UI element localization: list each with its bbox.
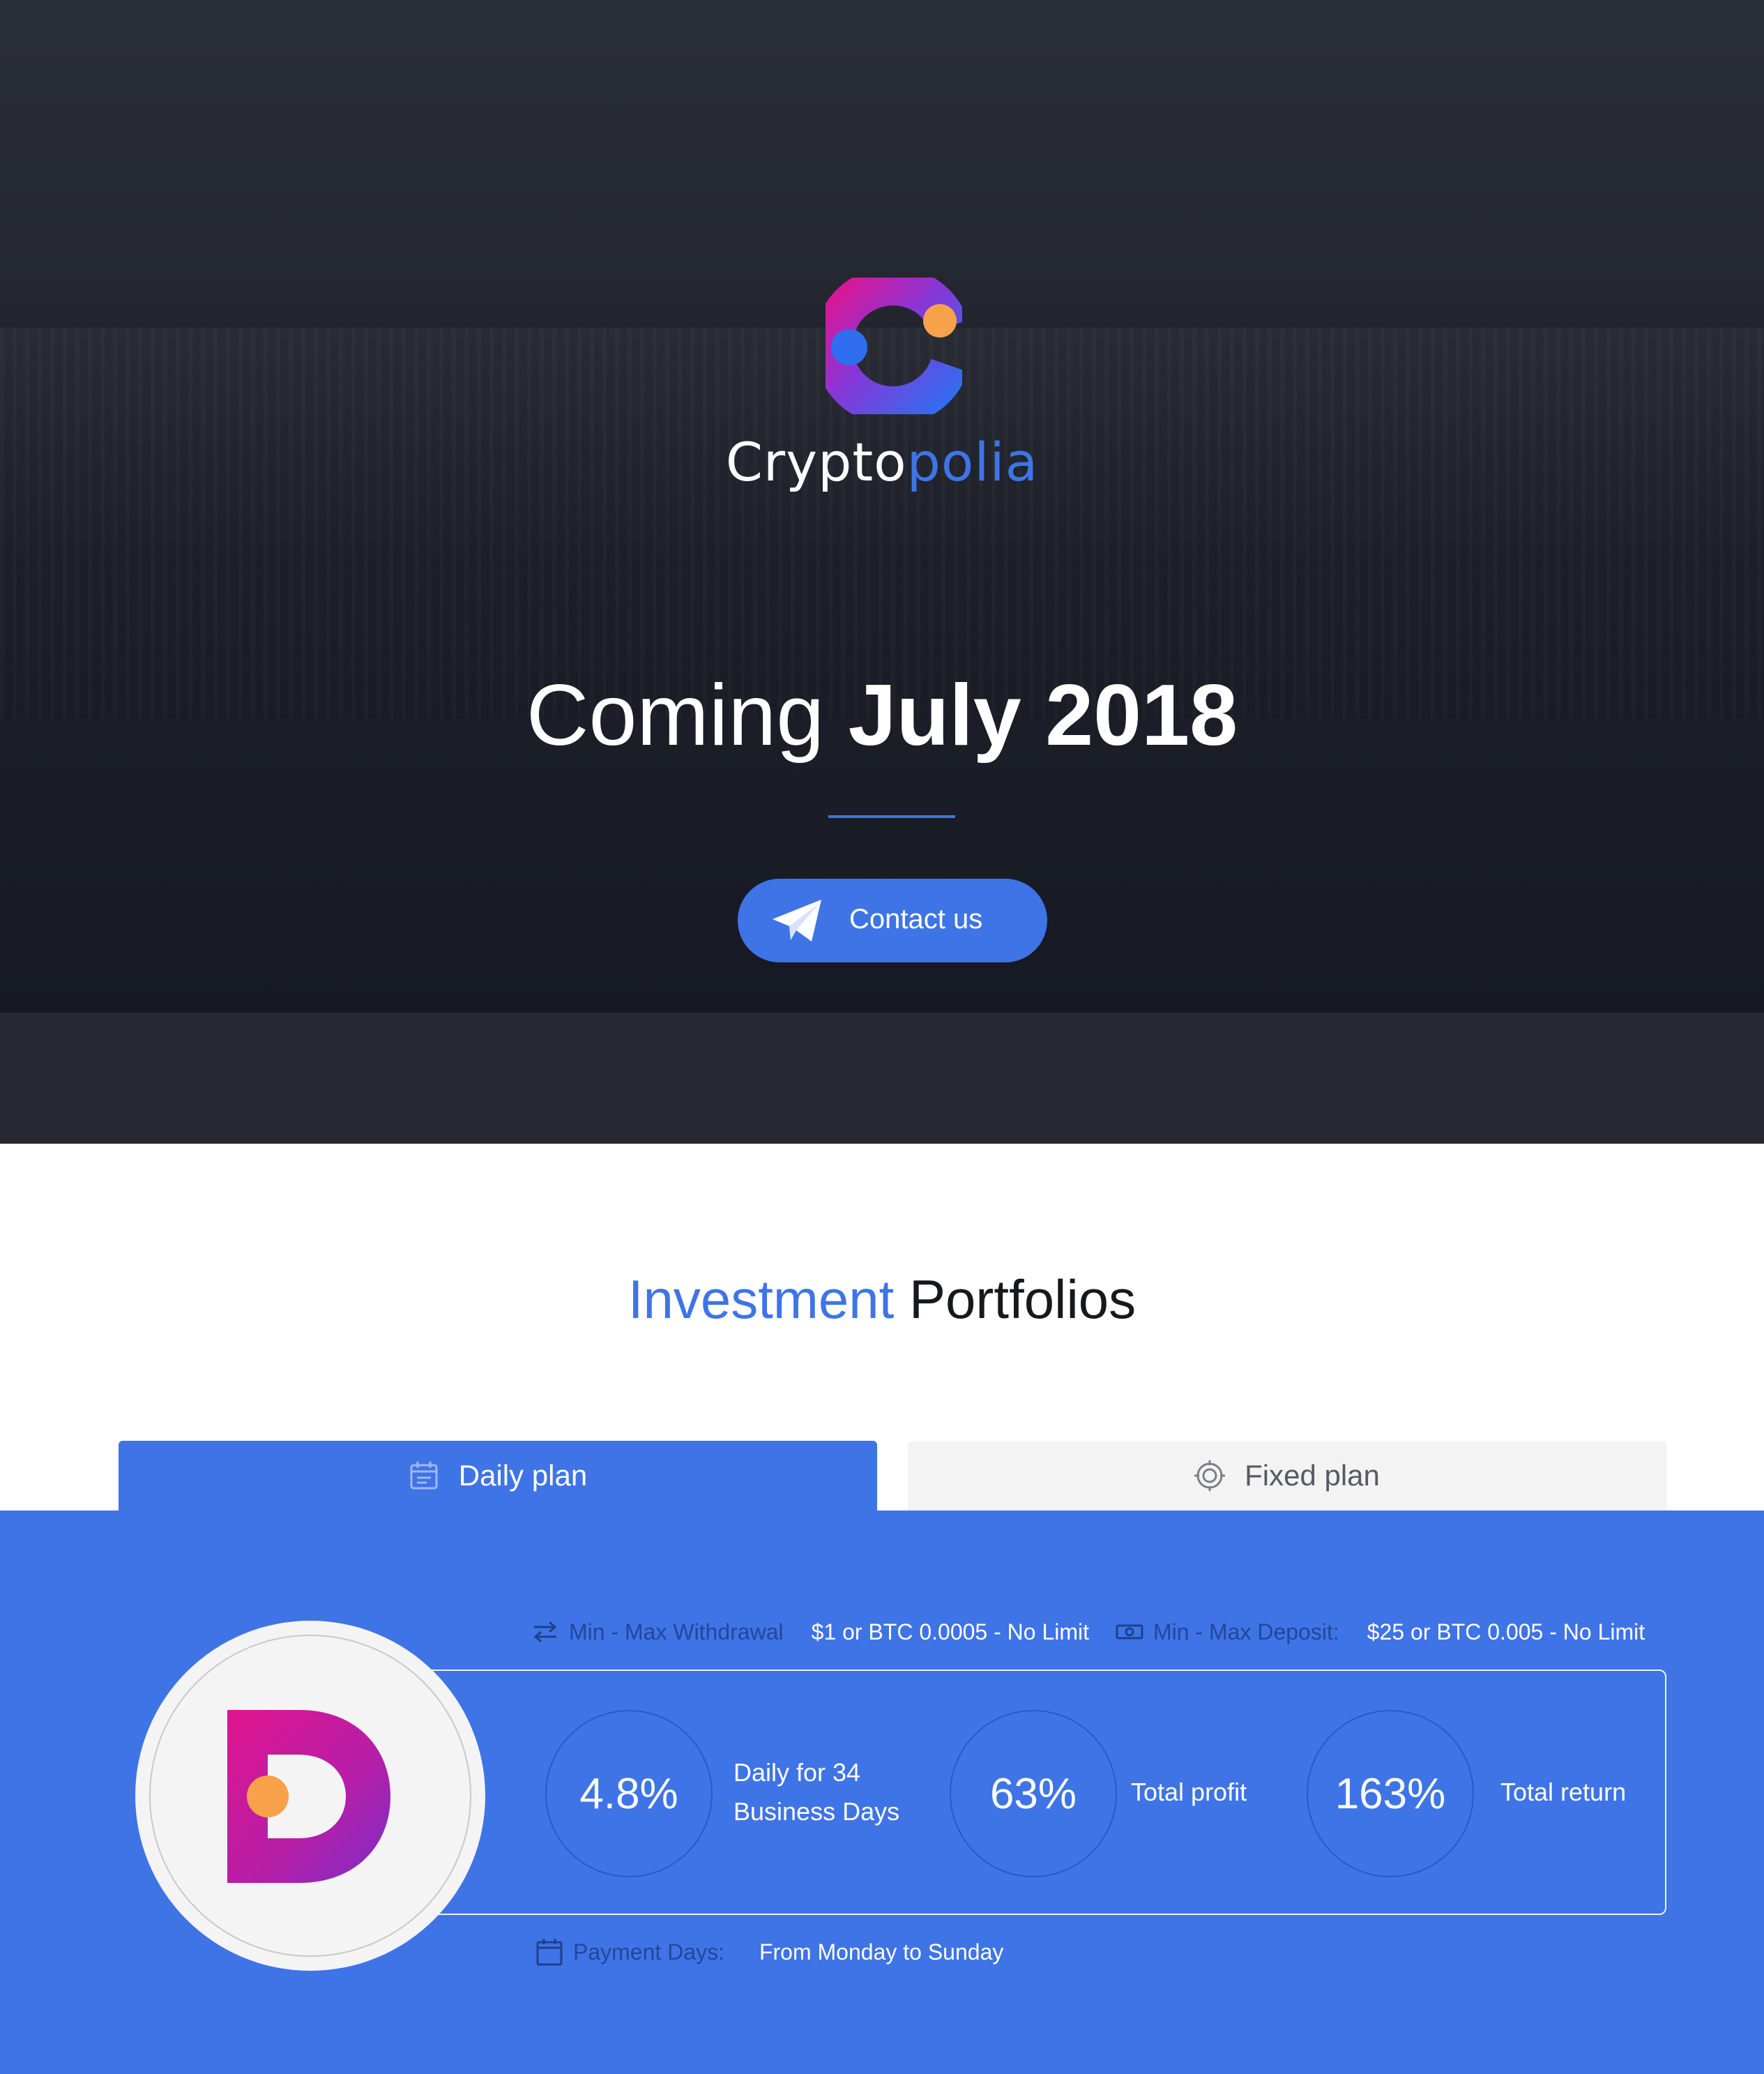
daily-rate-label-line2: Business Days <box>733 1797 900 1826</box>
tab-daily-plan[interactable]: Daily plan <box>119 1441 877 1511</box>
brand-logo-icon <box>813 266 968 425</box>
total-return-label: Total return <box>1500 1778 1627 1806</box>
brand-name-part2: polia <box>906 431 1039 493</box>
headline-divider <box>828 815 955 818</box>
payment-days-label: Payment Days: <box>573 1939 724 1965</box>
hero-section <box>0 0 1764 1013</box>
daily-rate-value: 4.8% <box>579 1769 678 1818</box>
deposit-value: $25 or BTC 0.005 - No Limit <box>1367 1619 1645 1644</box>
section-title-rest: Portfolios <box>894 1269 1136 1330</box>
total-return-value: 163% <box>1335 1769 1446 1818</box>
coming-soon-headline: Coming July 2018 <box>0 666 1764 765</box>
payment-days-value: From Monday to Sunday <box>759 1939 1004 1965</box>
contact-us-label: Contact us <box>849 904 983 934</box>
calendar-icon <box>410 1462 438 1490</box>
section-title-accent: Investment <box>628 1269 895 1330</box>
transfer-arrows-icon <box>533 1621 557 1643</box>
withdrawal-limit: Min - Max Withdrawal $1 or BTC 0.0005 - … <box>531 1614 1645 1649</box>
payment-days: Payment Days: From Monday to Sunday <box>535 1935 1003 1969</box>
daily-rate-label-line1: Daily for 34 <box>733 1758 861 1787</box>
cash-icon <box>1116 1624 1143 1640</box>
headline-light: Coming <box>526 667 849 764</box>
withdrawal-value: $1 or BTC 0.0005 - No Limit <box>811 1619 1089 1644</box>
withdrawal-label: Min - Max Withdrawal <box>569 1619 784 1644</box>
tab-fixed-plan[interactable]: Fixed plan <box>908 1441 1666 1511</box>
tab-fixed-plan-label: Fixed plan <box>1245 1459 1380 1492</box>
headline-date: July 2018 <box>848 667 1238 764</box>
contact-us-button[interactable]: Contact us <box>738 879 1047 962</box>
section-title: Investment Portfolios <box>0 1268 1764 1331</box>
daily-rate-circle: 4.8% <box>545 1710 713 1877</box>
calendar-small-icon <box>536 1939 563 1966</box>
brand-wordmark: Cryptopolia <box>0 431 1764 493</box>
daily-rate-label: Daily for 34 Business Days <box>733 1753 899 1831</box>
paper-plane-icon <box>773 900 821 941</box>
total-return-circle: 163% <box>1307 1710 1474 1877</box>
total-profit-circle: 63% <box>950 1710 1117 1877</box>
deposit-label: Min - Max Deposit: <box>1153 1619 1339 1644</box>
total-profit-value: 63% <box>989 1769 1077 1818</box>
hero-bottom-band <box>0 1013 1764 1144</box>
brand-name-part1: Crypto <box>725 431 907 493</box>
target-icon <box>1194 1460 1226 1491</box>
tab-daily-plan-label: Daily plan <box>458 1459 588 1492</box>
total-profit-label: Total profit <box>1131 1778 1247 1806</box>
daily-plan-logo-icon <box>227 1710 390 1883</box>
